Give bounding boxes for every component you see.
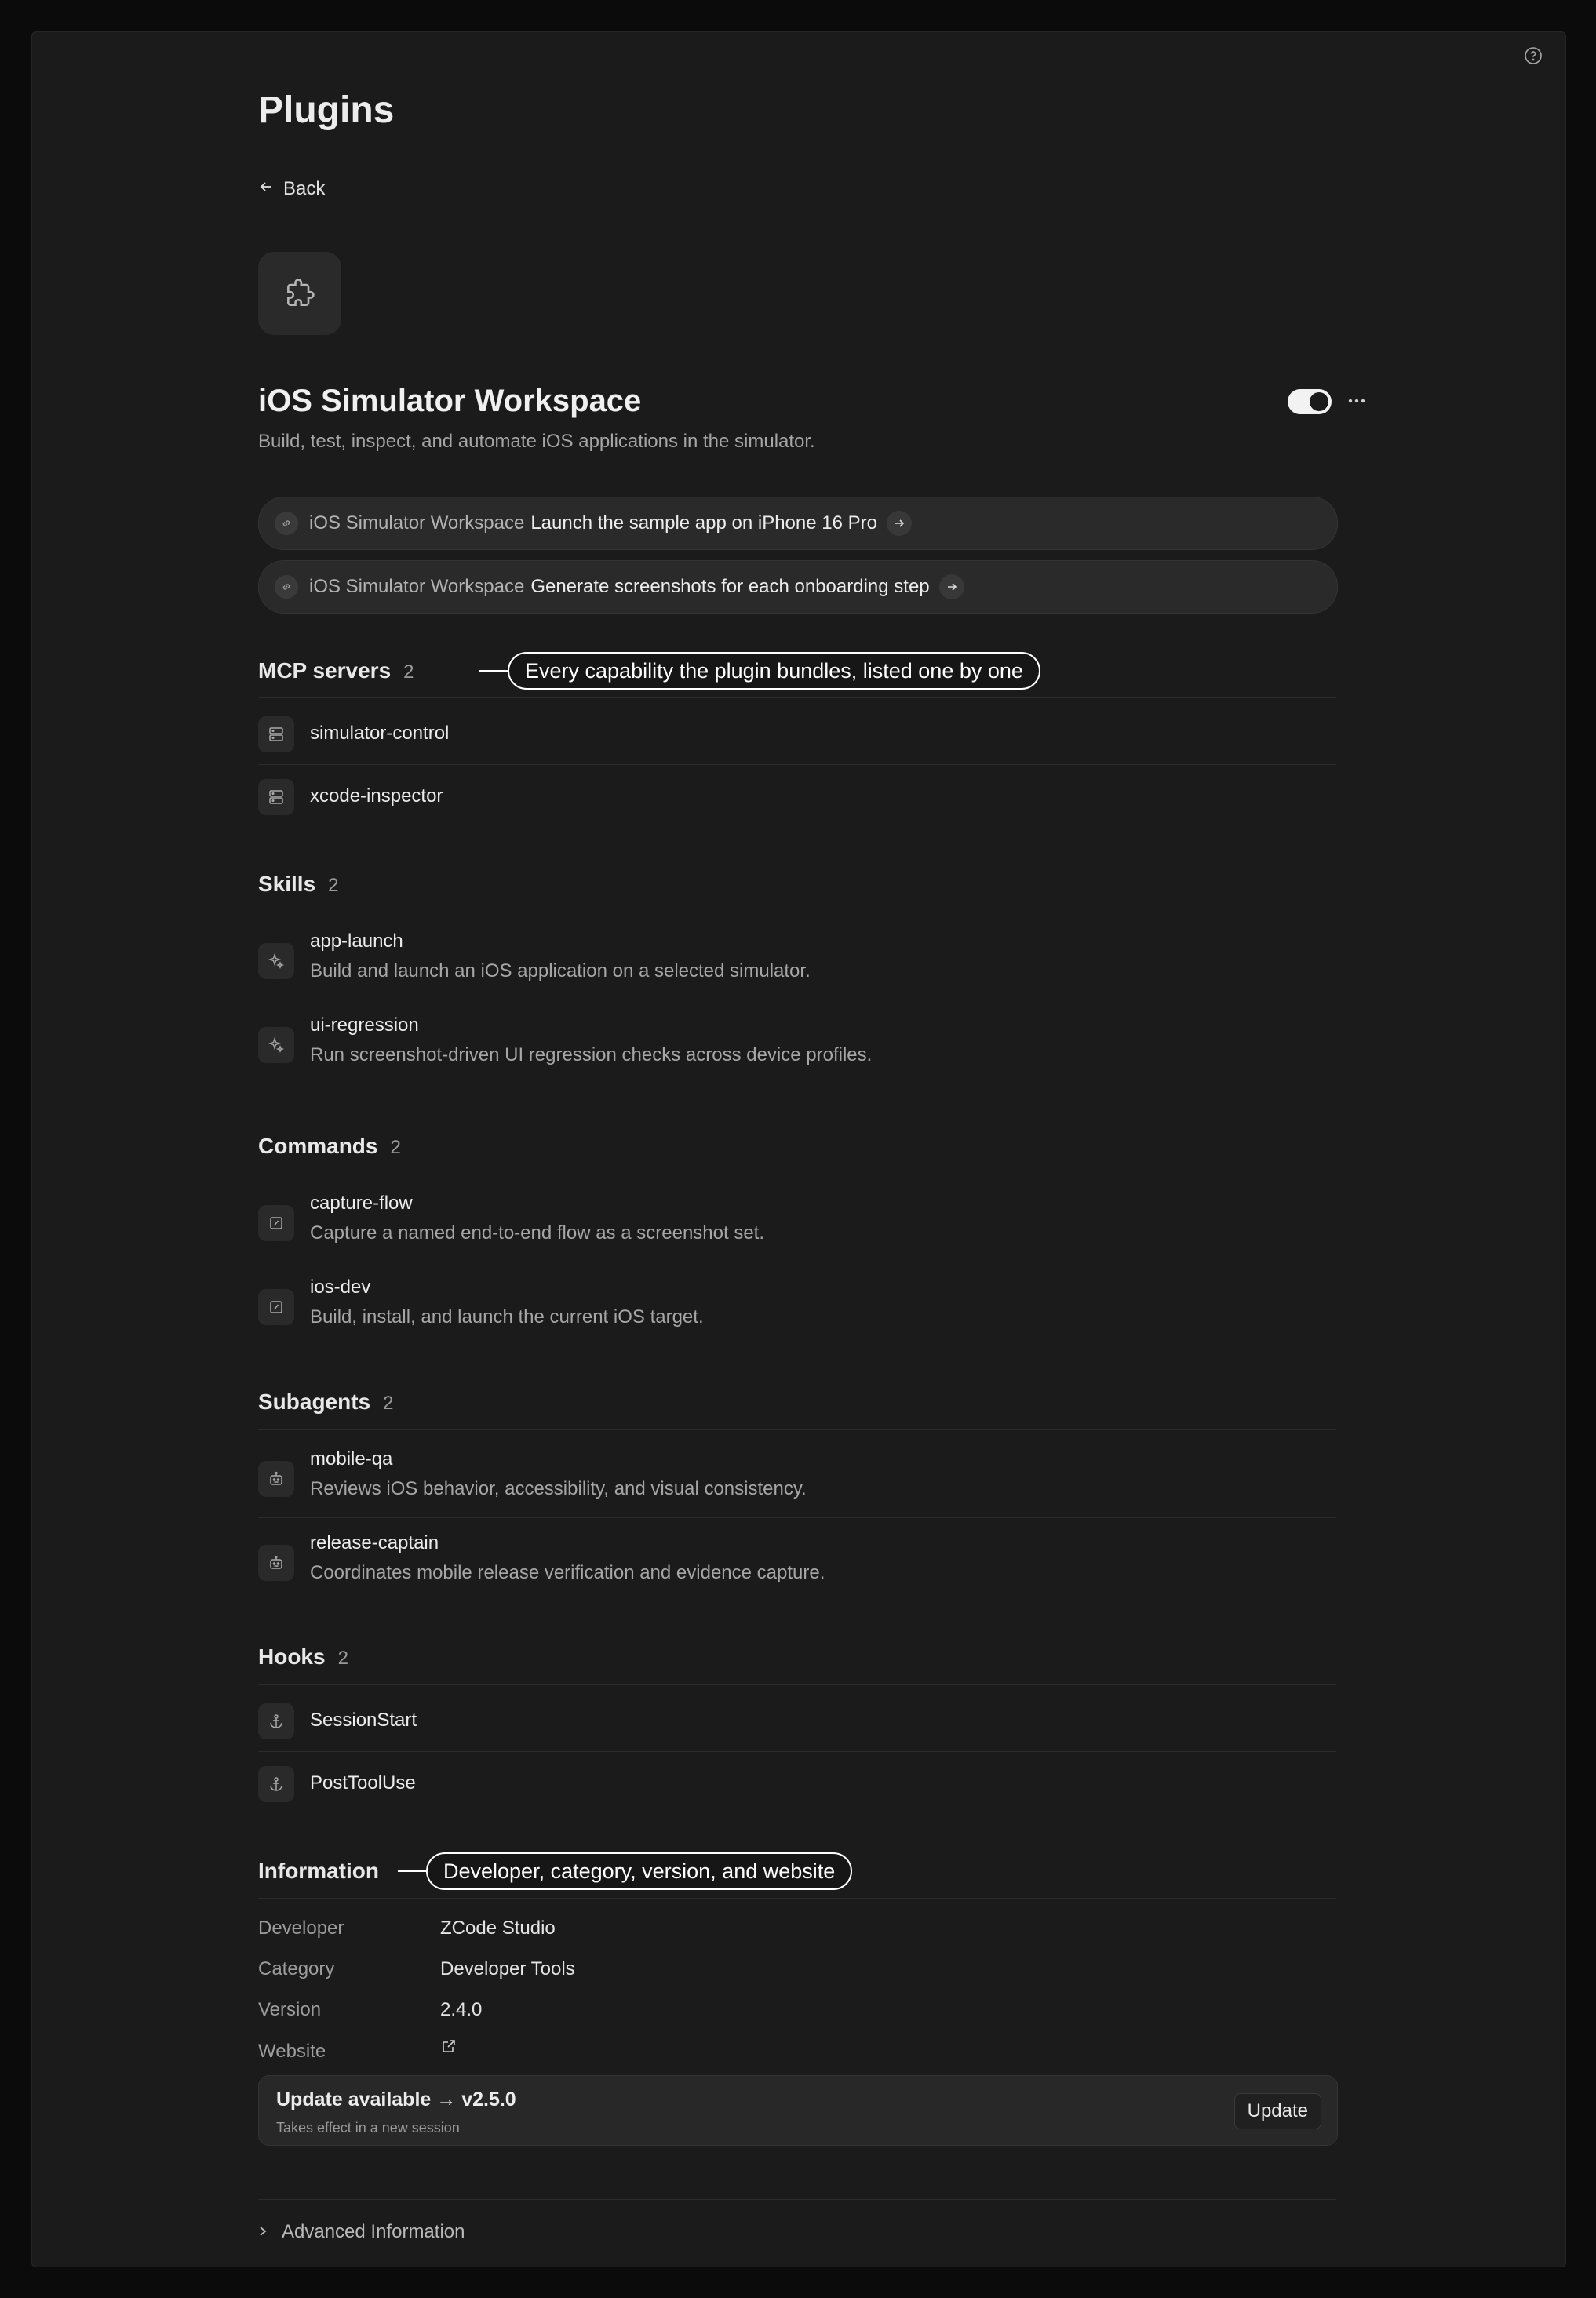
item-name: release-captain: [310, 1532, 439, 1553]
more-options-icon[interactable]: [1343, 387, 1371, 415]
sparkle-icon: [258, 943, 294, 979]
back-link[interactable]: Back: [258, 178, 325, 200]
section-title: Skills: [258, 872, 316, 896]
plugin-description: Build, test, inspect, and automate iOS a…: [258, 431, 815, 452]
item-name: PostToolUse: [310, 1772, 416, 1794]
update-subtitle: Takes effect in a new session: [276, 2120, 460, 2136]
callout-line: [398, 1870, 426, 1872]
section-title: Information: [258, 1859, 379, 1883]
section-header-mcp: MCP servers 2: [258, 658, 414, 683]
anchor-icon: [258, 1703, 294, 1739]
plugin-name: iOS Simulator Workspace: [258, 384, 642, 418]
item-description: Run screenshot-driven UI regression chec…: [310, 1044, 873, 1065]
section-title: Hooks: [258, 1644, 326, 1669]
robot-icon: [258, 1545, 294, 1581]
section-title: Subagents: [258, 1389, 371, 1414]
section-header-subagents: Subagents 2: [258, 1389, 394, 1415]
info-label-version: Version: [258, 1999, 322, 2020]
divider: [258, 2199, 1336, 2200]
callout-line: [479, 670, 508, 672]
update-button[interactable]: Update: [1233, 2093, 1321, 2129]
info-value-version: 2.4.0: [440, 1999, 483, 2020]
anchor-icon: [258, 1766, 294, 1802]
back-label: Back: [283, 178, 326, 199]
help-icon[interactable]: [1523, 46, 1543, 66]
item-name: app-launch: [310, 930, 403, 952]
info-label-category: Category: [258, 1958, 335, 1979]
prompt-text: Launch the sample app on iPhone 16 Pro: [530, 512, 877, 534]
prompt-text: Generate screenshots for each onboarding…: [530, 576, 930, 597]
info-value-developer: ZCode Studio: [440, 1917, 556, 1939]
advanced-information-toggle[interactable]: Advanced Information: [258, 2221, 465, 2243]
item-description: Coordinates mobile release verification …: [310, 1562, 825, 1583]
section-header-skills: Skills 2: [258, 872, 339, 897]
item-name: capture-flow: [310, 1193, 413, 1214]
item-name: SessionStart: [310, 1710, 417, 1731]
divider: [258, 697, 1336, 698]
callout-text: Developer, category, version, and websit…: [426, 1852, 853, 1890]
item-description: Capture a named end-to-end flow as a scr…: [310, 1222, 764, 1244]
sparkle-icon: [258, 1027, 294, 1063]
toggle-knob: [1310, 392, 1328, 411]
info-label-developer: Developer: [258, 1917, 344, 1939]
section-title: Commands: [258, 1134, 378, 1158]
item-name: ios-dev: [310, 1276, 371, 1298]
callout-capabilities: Every capability the plugin bundles, lis…: [479, 652, 1040, 690]
update-banner: Update available → v2.5.0 Takes effect i…: [258, 2075, 1338, 2146]
section-header-information: Information: [258, 1859, 379, 1884]
plugin-detail-window: Plugins Back iOS Simulator Workspace Bui…: [31, 31, 1566, 2267]
section-header-hooks: Hooks 2: [258, 1644, 348, 1670]
prompt-plugin-name: iOS Simulator Workspace: [309, 512, 525, 534]
info-value-category: Developer Tools: [440, 1958, 575, 1979]
item-name: simulator-control: [310, 723, 450, 744]
section-count: 2: [390, 1137, 401, 1158]
external-link-icon[interactable]: [440, 2038, 457, 2060]
arrow-right-icon: [938, 574, 964, 599]
divider: [258, 1751, 1336, 1752]
divider: [258, 1898, 1336, 1899]
item-description: Build and launch an iOS application on a…: [310, 960, 811, 981]
command-icon: [258, 1205, 294, 1241]
section-count: 2: [383, 1393, 394, 1414]
prompt-chip[interactable]: iOS Simulator Workspace Generate screens…: [258, 560, 1338, 614]
robot-icon: [258, 1461, 294, 1497]
puzzle-icon: [258, 252, 341, 335]
chevron-right-icon: [258, 2221, 268, 2243]
section-count: 2: [337, 1648, 348, 1669]
prompt-chip[interactable]: iOS Simulator Workspace Launch the sampl…: [258, 497, 1338, 550]
link-icon: [275, 512, 298, 535]
section-title: MCP servers: [258, 658, 392, 683]
arrow-right-icon: [886, 511, 912, 536]
item-name: xcode-inspector: [310, 785, 443, 807]
command-icon: [258, 1289, 294, 1325]
server-icon: [258, 716, 294, 752]
page-title: Plugins: [258, 89, 395, 131]
plugin-enabled-toggle[interactable]: [1288, 389, 1332, 414]
divider: [258, 1684, 1336, 1685]
update-title: Update available → v2.5.0: [276, 2089, 516, 2110]
divider: [258, 764, 1336, 765]
item-description: Reviews iOS behavior, accessibility, and…: [310, 1478, 807, 1499]
item-name: mobile-qa: [310, 1448, 393, 1469]
section-count: 2: [328, 875, 339, 896]
section-count: 2: [403, 661, 414, 683]
callout-information: Developer, category, version, and websit…: [398, 1852, 853, 1890]
callout-text: Every capability the plugin bundles, lis…: [508, 652, 1040, 690]
arrow-left-icon: [258, 178, 274, 200]
advanced-information-label: Advanced Information: [282, 2221, 465, 2242]
info-label-website: Website: [258, 2041, 326, 2062]
item-name: ui-regression: [310, 1014, 419, 1036]
divider: [258, 1517, 1336, 1518]
link-icon: [275, 575, 298, 599]
prompt-plugin-name: iOS Simulator Workspace: [309, 576, 525, 597]
divider: [258, 1429, 1336, 1430]
section-header-commands: Commands 2: [258, 1134, 401, 1159]
server-icon: [258, 779, 294, 815]
item-description: Build, install, and launch the current i…: [310, 1306, 704, 1327]
